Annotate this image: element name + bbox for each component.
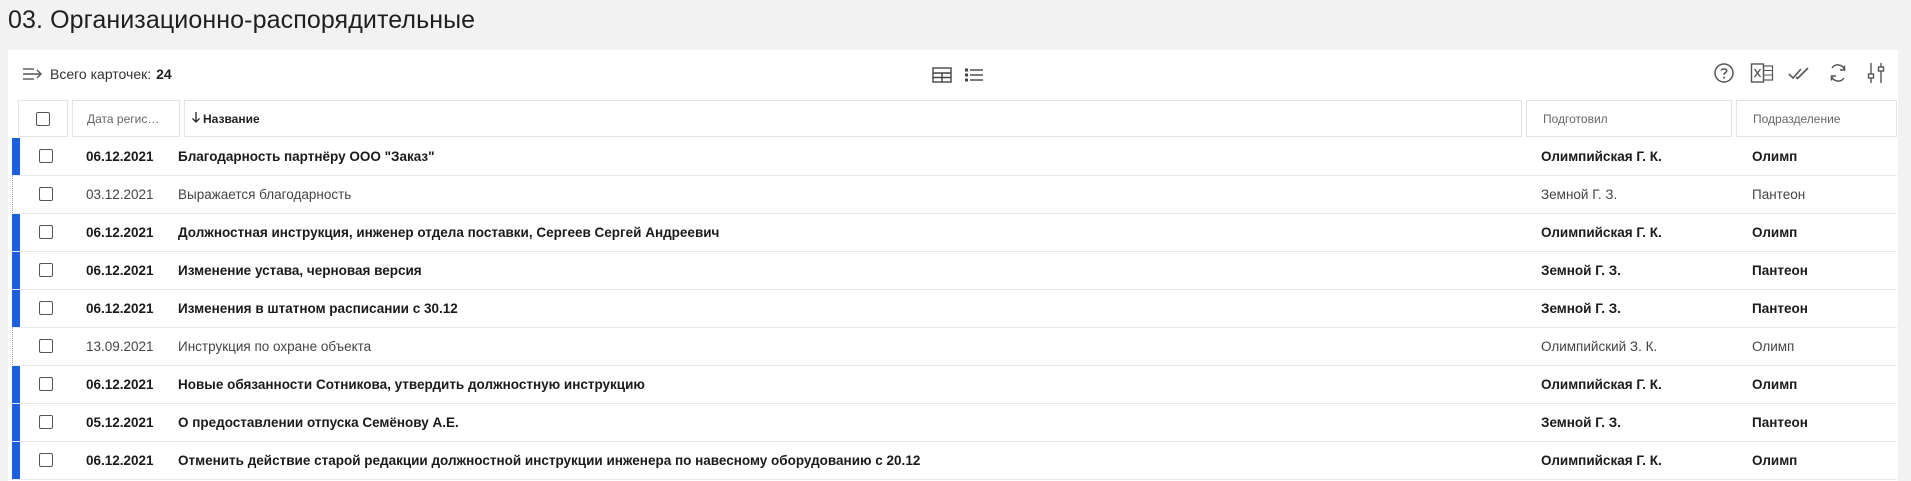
select-all-cell [18, 100, 68, 137]
row-date: 05.12.2021 [86, 415, 154, 430]
row-department: Олимп [1752, 339, 1795, 354]
row-checkbox[interactable] [39, 377, 53, 391]
unread-marker [12, 176, 20, 213]
row-author: Земной Г. З. [1541, 301, 1621, 316]
row-department: Пантеон [1752, 415, 1808, 430]
row-date: 06.12.2021 [86, 149, 154, 164]
column-header-department-label: Подразделение [1753, 111, 1841, 126]
column-header-author-label: Подготовил [1543, 111, 1608, 126]
table-row[interactable]: 13.09.2021 Инструкция по охране объекта Ол… [12, 328, 1897, 366]
row-department: Олимп [1752, 225, 1798, 240]
row-department: Олимп [1752, 453, 1798, 468]
row-checkbox[interactable] [39, 225, 53, 239]
row-checkbox[interactable] [39, 149, 53, 163]
row-checkbox[interactable] [39, 415, 53, 429]
unread-marker [12, 290, 20, 327]
row-department: Пантеон [1752, 187, 1806, 202]
cards-count-value: 24 [156, 66, 172, 82]
unread-marker [12, 404, 20, 441]
row-name[interactable]: О предоставлении отпуска Семёнову А.Е. [178, 404, 459, 441]
help-icon[interactable] [1712, 60, 1736, 86]
select-all-checkbox[interactable] [36, 111, 50, 126]
unread-marker [12, 214, 20, 251]
column-header-name-label: Название [203, 111, 260, 126]
column-header-department[interactable]: Подразделение [1736, 100, 1897, 137]
row-department: Пантеон [1752, 263, 1808, 278]
row-date: 03.12.2021 [86, 187, 154, 202]
row-date: 06.12.2021 [86, 377, 154, 392]
cards-table: Дата регис… Название Подготовил Подразде… [12, 100, 1897, 480]
unread-marker [12, 328, 20, 365]
table-row[interactable]: 05.12.2021 О предоставлении отпуска Семён… [12, 404, 1897, 442]
row-department: Олимп [1752, 377, 1798, 392]
table-row[interactable]: 06.12.2021 Новые обязанности Сотникова, у… [12, 366, 1897, 404]
row-author: Олимпийская Г. К. [1541, 149, 1662, 164]
row-checkbox[interactable] [39, 263, 53, 277]
row-author: Земной Г. З. [1541, 415, 1621, 430]
toolbar-actions [1712, 60, 1888, 86]
refresh-icon[interactable] [1826, 60, 1850, 86]
row-author: Земной Г. З. [1541, 187, 1618, 202]
cards-count: Всего карточек: 24 [22, 66, 172, 82]
column-header-author[interactable]: Подготовил [1526, 100, 1732, 137]
table-row[interactable]: 06.12.2021 Изменения в штатном расписании… [12, 290, 1897, 328]
table-body: 06.12.2021 Благодарность партнёру ООО "За… [12, 138, 1897, 480]
unread-marker [12, 138, 20, 175]
row-name[interactable]: Должностная инструкция, инженер отдела п… [178, 214, 719, 251]
unread-marker [12, 442, 20, 479]
row-name[interactable]: Новые обязанности Сотникова, утвердить д… [178, 366, 645, 403]
row-date: 06.12.2021 [86, 263, 154, 278]
row-name[interactable]: Изменение устава, черновая версия [178, 252, 422, 289]
row-date: 06.12.2021 [86, 453, 154, 468]
table-row[interactable]: 06.12.2021 Изменение устава, черновая вер… [12, 252, 1897, 290]
sliders-icon[interactable] [1864, 60, 1888, 86]
row-date: 13.09.2021 [86, 339, 154, 354]
row-date: 06.12.2021 [86, 225, 154, 240]
table-row[interactable]: 06.12.2021 Должностная инструкция, инжене… [12, 214, 1897, 252]
row-date: 06.12.2021 [86, 301, 154, 316]
row-name[interactable]: Выражается благодарность [178, 176, 351, 213]
double-check-icon[interactable] [1788, 60, 1812, 86]
unread-marker [12, 252, 20, 289]
table-row[interactable]: 06.12.2021 Благодарность партнёру ООО "За… [12, 138, 1897, 176]
excel-export-icon[interactable] [1750, 60, 1774, 86]
row-checkbox[interactable] [39, 453, 53, 467]
row-checkbox[interactable] [39, 187, 53, 201]
row-name[interactable]: Благодарность партнёру ООО "Заказ" [178, 138, 435, 175]
row-department: Пантеон [1752, 301, 1808, 316]
column-header-name[interactable]: Название [184, 100, 1522, 137]
row-checkbox[interactable] [39, 301, 53, 315]
row-department: Олимп [1752, 149, 1798, 164]
menu-arrow-icon[interactable] [22, 66, 44, 82]
page-title: 03. Организационно-распорядительные [8, 6, 476, 34]
cards-panel: Всего карточек: 24 Дата регис… Название … [8, 50, 1898, 481]
row-author: Земной Г. З. [1541, 263, 1621, 278]
row-author: Олимпийская Г. К. [1541, 377, 1662, 392]
toolbar: Всего карточек: 24 [8, 50, 1898, 100]
row-author: Олимпийский З. К. [1541, 339, 1658, 354]
column-header-date[interactable]: Дата регис… [72, 100, 180, 137]
table-header: Дата регис… Название Подготовил Подразде… [12, 100, 1897, 138]
unread-marker [12, 366, 20, 403]
table-view-icon[interactable] [930, 62, 954, 88]
list-view-icon[interactable] [962, 62, 986, 88]
view-switcher [930, 62, 986, 88]
table-row[interactable]: 03.12.2021 Выражается благодарность Земной… [12, 176, 1897, 214]
row-name[interactable]: Отменить действие старой редакции должно… [178, 442, 920, 479]
column-header-date-label: Дата регис… [87, 111, 160, 126]
row-name[interactable]: Инструкция по охране объекта [178, 328, 371, 365]
cards-count-label: Всего карточек: [50, 66, 152, 82]
row-checkbox[interactable] [39, 339, 53, 353]
row-author: Олимпийская Г. К. [1541, 453, 1662, 468]
row-author: Олимпийская Г. К. [1541, 225, 1662, 240]
row-name[interactable]: Изменения в штатном расписании с 30.12 [178, 290, 458, 327]
table-row[interactable]: 06.12.2021 Отменить действие старой редак… [12, 442, 1897, 480]
sort-arrow-down-icon [191, 111, 201, 126]
